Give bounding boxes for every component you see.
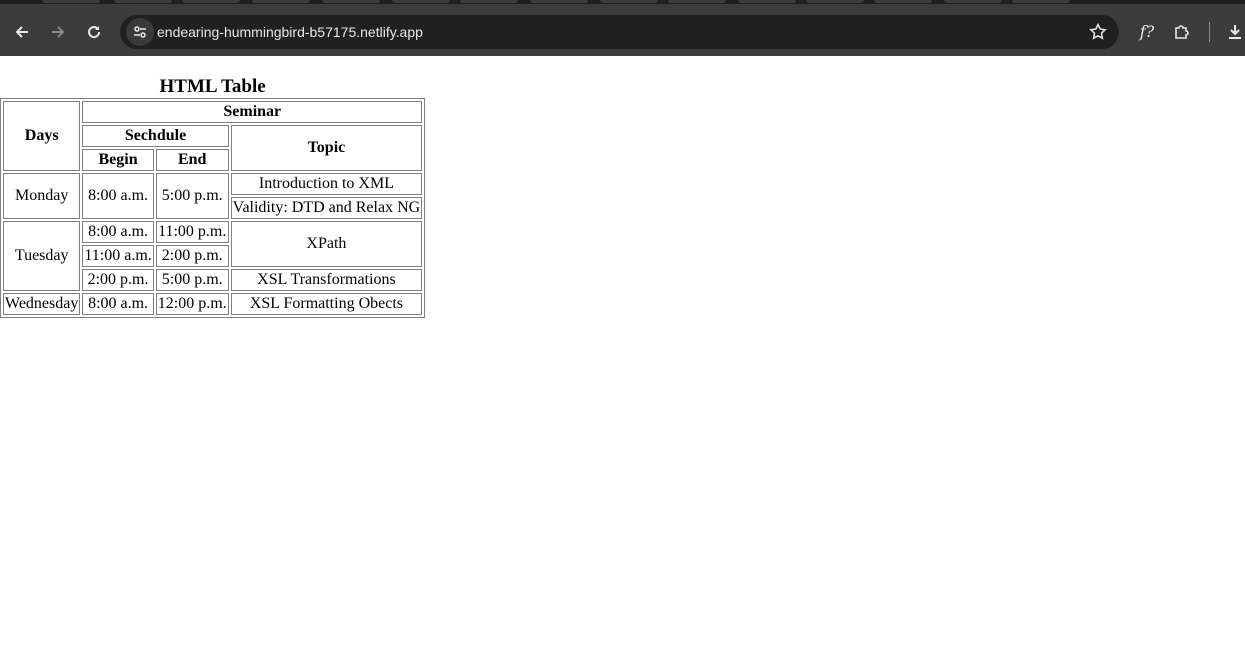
extensions-button[interactable] — [1170, 18, 1194, 46]
address-bar[interactable]: endearing-hummingbird-b57175.netlify.app — [120, 15, 1119, 49]
cell-begin: 8:00 a.m. — [82, 173, 154, 219]
table-header-row: Days Seminar — [3, 101, 423, 171]
cell-end: 11:00 p.m. — [155, 221, 229, 243]
cell-begin: 8:00 a.m. — [82, 293, 154, 315]
bookmark-star-button[interactable] — [1089, 15, 1107, 49]
cell-end: 12:00 p.m. — [155, 293, 229, 315]
toolbar-divider — [1209, 22, 1210, 42]
tab[interactable] — [600, 0, 658, 3]
tab[interactable] — [322, 0, 380, 3]
tab[interactable] — [42, 0, 100, 3]
tab[interactable] — [944, 0, 1002, 3]
table-row: Tuesday 8:00 a.m. 11:00 p.m. XPath — [3, 221, 423, 291]
fx-icon: f? — [1139, 22, 1155, 41]
tab[interactable] — [530, 0, 588, 3]
tab-strip — [0, 0, 1245, 4]
table-row: Monday 8:00 a.m. 5:00 p.m. Introduction … — [3, 173, 423, 219]
arrow-right-icon — [52, 26, 65, 38]
cell-day-monday: Monday — [3, 173, 81, 219]
tab[interactable] — [806, 0, 864, 3]
cell-topic: XPath — [230, 221, 423, 267]
cell-begin: 8:00 a.m. — [82, 221, 154, 243]
header-topic: Topic — [230, 125, 423, 171]
site-settings-icon — [134, 26, 146, 38]
tab[interactable] — [460, 0, 518, 3]
tab[interactable] — [1012, 0, 1070, 3]
header-days: Days — [3, 101, 81, 171]
reload-icon — [88, 26, 101, 39]
cell-day-tuesday: Tuesday — [3, 221, 81, 291]
table-row: Wednesday 8:00 a.m. 12:00 p.m. XSL Forma… — [3, 293, 423, 315]
seminar-schedule-table: HTML Table Days Seminar Sechdule Topic B… — [0, 76, 426, 318]
back-button[interactable] — [8, 18, 36, 46]
cell-topic: Validity: DTD and Relax NG — [230, 197, 423, 219]
reload-button[interactable] — [80, 18, 108, 46]
tab[interactable] — [668, 0, 726, 3]
cell-topic: XSL Transformations — [230, 269, 423, 291]
download-icon — [1229, 25, 1241, 39]
tab[interactable] — [252, 0, 310, 3]
cell-day-wednesday: Wednesday — [3, 293, 81, 315]
extension-fx-button[interactable]: f? — [1135, 18, 1159, 46]
star-icon — [1089, 22, 1107, 40]
page-content: HTML Table Days Seminar Sechdule Topic B… — [0, 56, 1245, 667]
header-seminar: Seminar — [82, 101, 423, 123]
tab[interactable] — [182, 0, 240, 3]
forward-button[interactable] — [44, 18, 72, 46]
cell-begin: 2:00 p.m. — [82, 269, 154, 291]
page-title: HTML Table — [159, 76, 266, 97]
header-end: End — [155, 149, 229, 171]
tab[interactable] — [738, 0, 796, 3]
cell-begin: 11:00 a.m. — [82, 245, 154, 267]
tab[interactable] — [392, 0, 450, 3]
tab[interactable] — [114, 0, 172, 3]
header-begin: Begin — [82, 149, 154, 171]
arrow-left-icon — [15, 26, 28, 38]
puzzle-icon — [1175, 25, 1189, 39]
cell-end: 5:00 p.m. — [155, 269, 229, 291]
tab[interactable] — [874, 0, 932, 3]
url-text[interactable]: endearing-hummingbird-b57175.netlify.app — [157, 15, 423, 49]
header-schedule: Sechdule — [82, 125, 229, 147]
cell-topic: Introduction to XML — [230, 173, 423, 195]
site-info-button[interactable] — [126, 18, 154, 46]
cell-end: 5:00 p.m. — [155, 173, 229, 219]
cell-end: 2:00 p.m. — [155, 245, 229, 267]
cell-topic: XSL Formatting Obects — [230, 293, 423, 315]
browser-toolbar: endearing-hummingbird-b57175.netlify.app… — [0, 0, 1245, 56]
download-button[interactable] — [1223, 18, 1245, 46]
